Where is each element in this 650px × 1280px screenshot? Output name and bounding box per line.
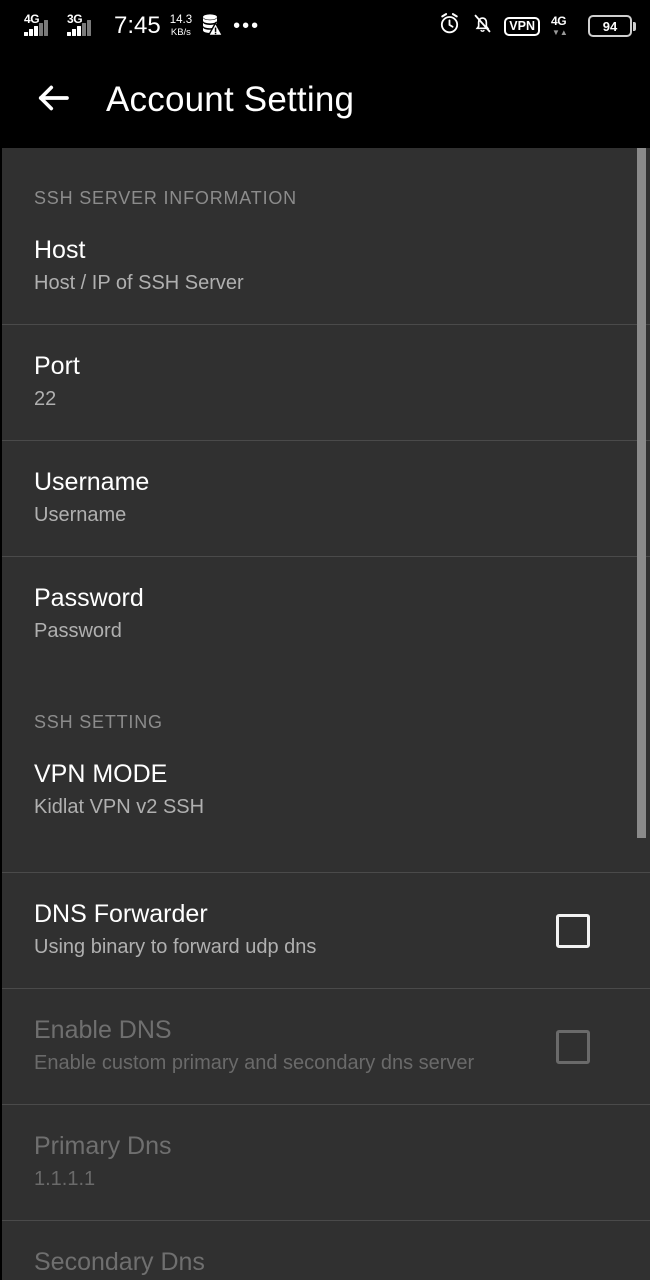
- back-button[interactable]: [22, 69, 84, 131]
- row-texts: Enable DNS Enable custom primary and sec…: [34, 1015, 474, 1078]
- row-title: Password: [34, 584, 144, 612]
- vpn-icon: VPN: [504, 16, 540, 36]
- bell-muted-icon: [472, 12, 493, 40]
- network-speed-unit: KB/s: [170, 26, 191, 38]
- signal-4g-icon: 4G: [24, 13, 60, 38]
- alarm-clock-icon: [438, 12, 461, 40]
- battery-shell: 94: [588, 15, 632, 37]
- row-title: Username: [34, 468, 150, 496]
- setting-row-port[interactable]: Port 22: [2, 325, 650, 440]
- phone-screen: 4G 3G 7:45 14.3 KB/s ••• VPN 4G ▼▲ 94 Ac…: [0, 0, 650, 1280]
- row-texts: VPN MODE Kidlat VPN v2 SSH: [34, 759, 204, 822]
- row-texts: DNS Forwarder Using binary to forward ud…: [34, 899, 316, 962]
- row-title: Host: [34, 236, 86, 264]
- signal-4g-right-label: 4G: [551, 14, 567, 28]
- network-speed-value: 14.3: [169, 14, 193, 26]
- app-bar: Account Setting: [0, 52, 650, 148]
- status-bar-left: 4G 3G 7:45 14.3 KB/s •••: [24, 12, 260, 41]
- settings-content: SSH SERVER INFORMATION Host Host / IP of…: [0, 148, 650, 1280]
- setting-row-vpn-mode[interactable]: VPN MODE Kidlat VPN v2 SSH: [2, 733, 650, 848]
- database-warning-icon: [201, 12, 224, 41]
- data-transfer-arrows-icon: ▼▲: [552, 28, 568, 37]
- setting-row-primary-dns[interactable]: Primary Dns 1.1.1.1: [2, 1105, 650, 1220]
- row-subtitle: Username: [34, 504, 127, 526]
- arrow-left-icon: [32, 77, 74, 124]
- row-subtitle: Password: [34, 620, 122, 642]
- setting-row-host[interactable]: Host Host / IP of SSH Server: [2, 209, 650, 324]
- signal-3g-icon: 3G: [67, 13, 103, 38]
- setting-row-secondary-dns[interactable]: Secondary Dns 1.0.0.1: [2, 1221, 650, 1280]
- page-title: Account Setting: [106, 80, 355, 119]
- row-title: Port: [34, 352, 80, 380]
- enable-dns-checkbox[interactable]: [556, 1029, 590, 1064]
- setting-row-dns-forwarder[interactable]: DNS Forwarder Using binary to forward ud…: [2, 873, 650, 988]
- status-overflow-icon: •••: [233, 15, 261, 37]
- row-subtitle: Using binary to forward udp dns: [34, 936, 317, 958]
- setting-row-username[interactable]: Username Username: [2, 441, 650, 556]
- row-texts: Primary Dns 1.1.1.1: [34, 1131, 172, 1194]
- row-texts: Host Host / IP of SSH Server: [34, 235, 244, 298]
- section-header-ssh-server-information: SSH SERVER INFORMATION: [34, 188, 297, 208]
- vertical-scrollbar[interactable]: [637, 148, 646, 838]
- setting-row-password[interactable]: Password Password: [2, 557, 650, 672]
- row-title: DNS Forwarder: [34, 900, 208, 928]
- row-subtitle: Host / IP of SSH Server: [34, 272, 244, 294]
- settings-scroll-area: SSH SERVER INFORMATION Host Host / IP of…: [2, 148, 650, 1280]
- row-title: Primary Dns: [34, 1132, 172, 1160]
- setting-row-enable-dns[interactable]: Enable DNS Enable custom primary and sec…: [2, 989, 650, 1104]
- battery-icon: 94: [588, 15, 636, 37]
- row-subtitle: 22: [34, 388, 57, 410]
- section-header-ssh-setting: SSH SETTING: [34, 712, 163, 732]
- status-bar-clock: 7:45: [114, 12, 161, 39]
- row-subtitle: Enable custom primary and secondary dns …: [34, 1052, 475, 1074]
- status-bar: 4G 3G 7:45 14.3 KB/s ••• VPN 4G ▼▲ 94: [0, 0, 650, 52]
- row-title: VPN MODE: [34, 760, 168, 788]
- row-texts: Port 22: [34, 351, 80, 414]
- row-subtitle: 1.1.1.1: [34, 1168, 96, 1190]
- battery-level-label: 94: [602, 18, 618, 34]
- battery-nub: [633, 21, 636, 31]
- signal-4g-bars: [24, 20, 48, 36]
- row-subtitle: Kidlat VPN v2 SSH: [34, 796, 205, 818]
- row-title: Secondary Dns: [34, 1248, 205, 1276]
- row-texts: Username Username: [34, 467, 149, 530]
- signal-3g-bars: [67, 20, 91, 36]
- row-texts: Secondary Dns 1.0.0.1: [34, 1247, 205, 1280]
- network-speed-indicator: 14.3 KB/s: [169, 14, 193, 38]
- status-bar-right: VPN 4G ▼▲ 94: [438, 12, 636, 40]
- dns-forwarder-checkbox[interactable]: [556, 913, 590, 948]
- row-title: Enable DNS: [34, 1016, 172, 1044]
- signal-4g-right-icon: 4G ▼▲: [551, 14, 577, 38]
- row-texts: Password Password: [34, 583, 144, 646]
